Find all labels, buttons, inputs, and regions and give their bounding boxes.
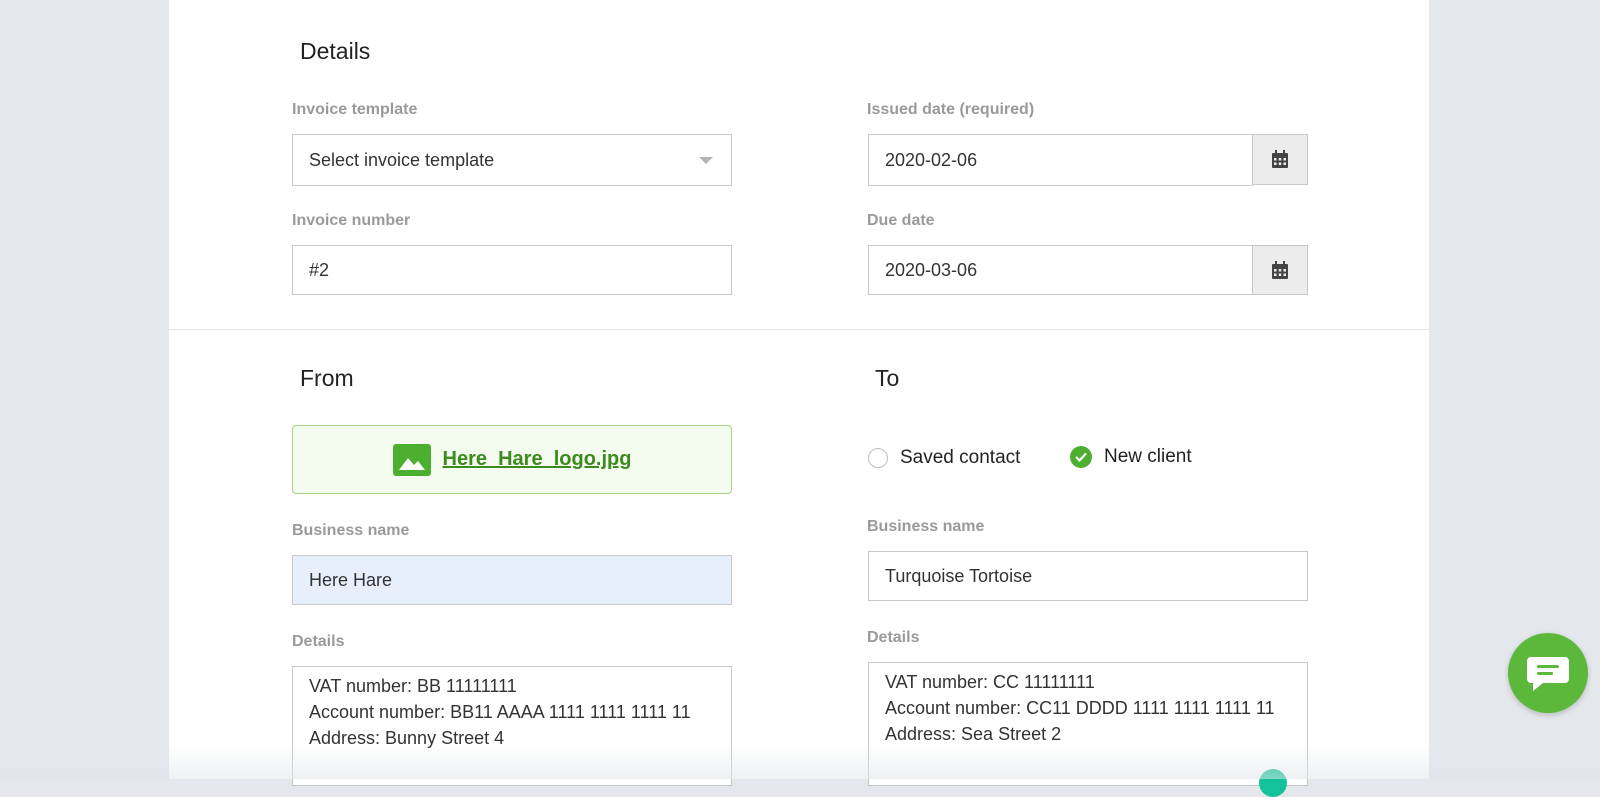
from-section-title: From bbox=[300, 365, 354, 391]
due-date-label: Due date bbox=[867, 212, 935, 229]
from-details-line: Address: Bunny Street 4 bbox=[309, 728, 505, 748]
radio-unchecked-icon bbox=[868, 448, 888, 468]
due-date-input[interactable]: 2020-03-06 bbox=[868, 245, 1253, 295]
new-client-option[interactable]: New client bbox=[1070, 446, 1192, 468]
to-business-name-label: Business name bbox=[867, 518, 985, 535]
logo-upload[interactable]: Here_Hare_logo.jpg bbox=[292, 425, 732, 494]
due-date-calendar-button[interactable] bbox=[1252, 245, 1308, 295]
grammarly-icon[interactable] bbox=[1259, 769, 1287, 797]
new-client-label: New client bbox=[1104, 446, 1192, 467]
details-section-title: Details bbox=[300, 38, 371, 64]
chat-widget-button[interactable] bbox=[1508, 633, 1588, 713]
from-business-name-label: Business name bbox=[292, 522, 410, 539]
issued-date-label: Issued date (required) bbox=[867, 101, 1035, 118]
issued-date-value: 2020-02-06 bbox=[885, 149, 978, 170]
saved-contact-label: Saved contact bbox=[900, 447, 1021, 468]
to-business-name-value: Turquoise Tortoise bbox=[885, 565, 1033, 586]
invoice-number-input[interactable]: #2 bbox=[292, 245, 732, 295]
to-details-label: Details bbox=[867, 629, 920, 646]
chat-icon bbox=[1527, 657, 1569, 691]
invoice-form-card: Details Invoice template Select invoice … bbox=[169, 0, 1429, 786]
calendar-icon bbox=[1272, 260, 1288, 279]
invoice-number-value: #2 bbox=[309, 259, 330, 280]
invoice-template-label: Invoice template bbox=[292, 101, 418, 118]
from-business-name-input[interactable]: Here Hare bbox=[292, 555, 732, 605]
to-business-name-input[interactable]: Turquoise Tortoise bbox=[868, 551, 1308, 601]
invoice-template-select[interactable]: Select invoice template bbox=[292, 134, 732, 186]
to-details-line: Account number: CC11 DDDD 1111 1111 1111… bbox=[885, 698, 1275, 718]
due-date-value: 2020-03-06 bbox=[885, 259, 978, 280]
to-details-line: VAT number: CC 11111111 bbox=[885, 672, 1095, 692]
from-details-textarea[interactable]: VAT number: BB 11111111 Account number: … bbox=[292, 666, 732, 786]
calendar-icon bbox=[1272, 150, 1288, 168]
from-business-name-value: Here Hare bbox=[309, 569, 393, 590]
issued-date-input[interactable]: 2020-02-06 bbox=[868, 134, 1253, 186]
to-details-textarea[interactable]: VAT number: CC 11111111 Account number: … bbox=[868, 662, 1308, 786]
check-icon bbox=[1070, 446, 1092, 468]
logo-file-link[interactable]: Here_Hare_logo.jpg bbox=[443, 448, 632, 471]
to-section-title: To bbox=[875, 365, 900, 391]
invoice-template-value: Select invoice template bbox=[309, 149, 495, 170]
from-details-line: Account number: BB11 AAAA 1111 1111 1111… bbox=[309, 702, 691, 722]
from-details-label: Details bbox=[292, 633, 345, 650]
to-details-line: Address: Sea Street 2 bbox=[885, 724, 1062, 744]
image-icon bbox=[392, 443, 431, 476]
invoice-number-label: Invoice number bbox=[292, 212, 411, 229]
saved-contact-option[interactable]: Saved contact bbox=[868, 447, 1020, 469]
section-divider bbox=[169, 329, 1429, 330]
issued-date-calendar-button[interactable] bbox=[1252, 134, 1308, 185]
from-details-line: VAT number: BB 11111111 bbox=[309, 676, 517, 696]
chevron-down-icon bbox=[699, 157, 713, 164]
